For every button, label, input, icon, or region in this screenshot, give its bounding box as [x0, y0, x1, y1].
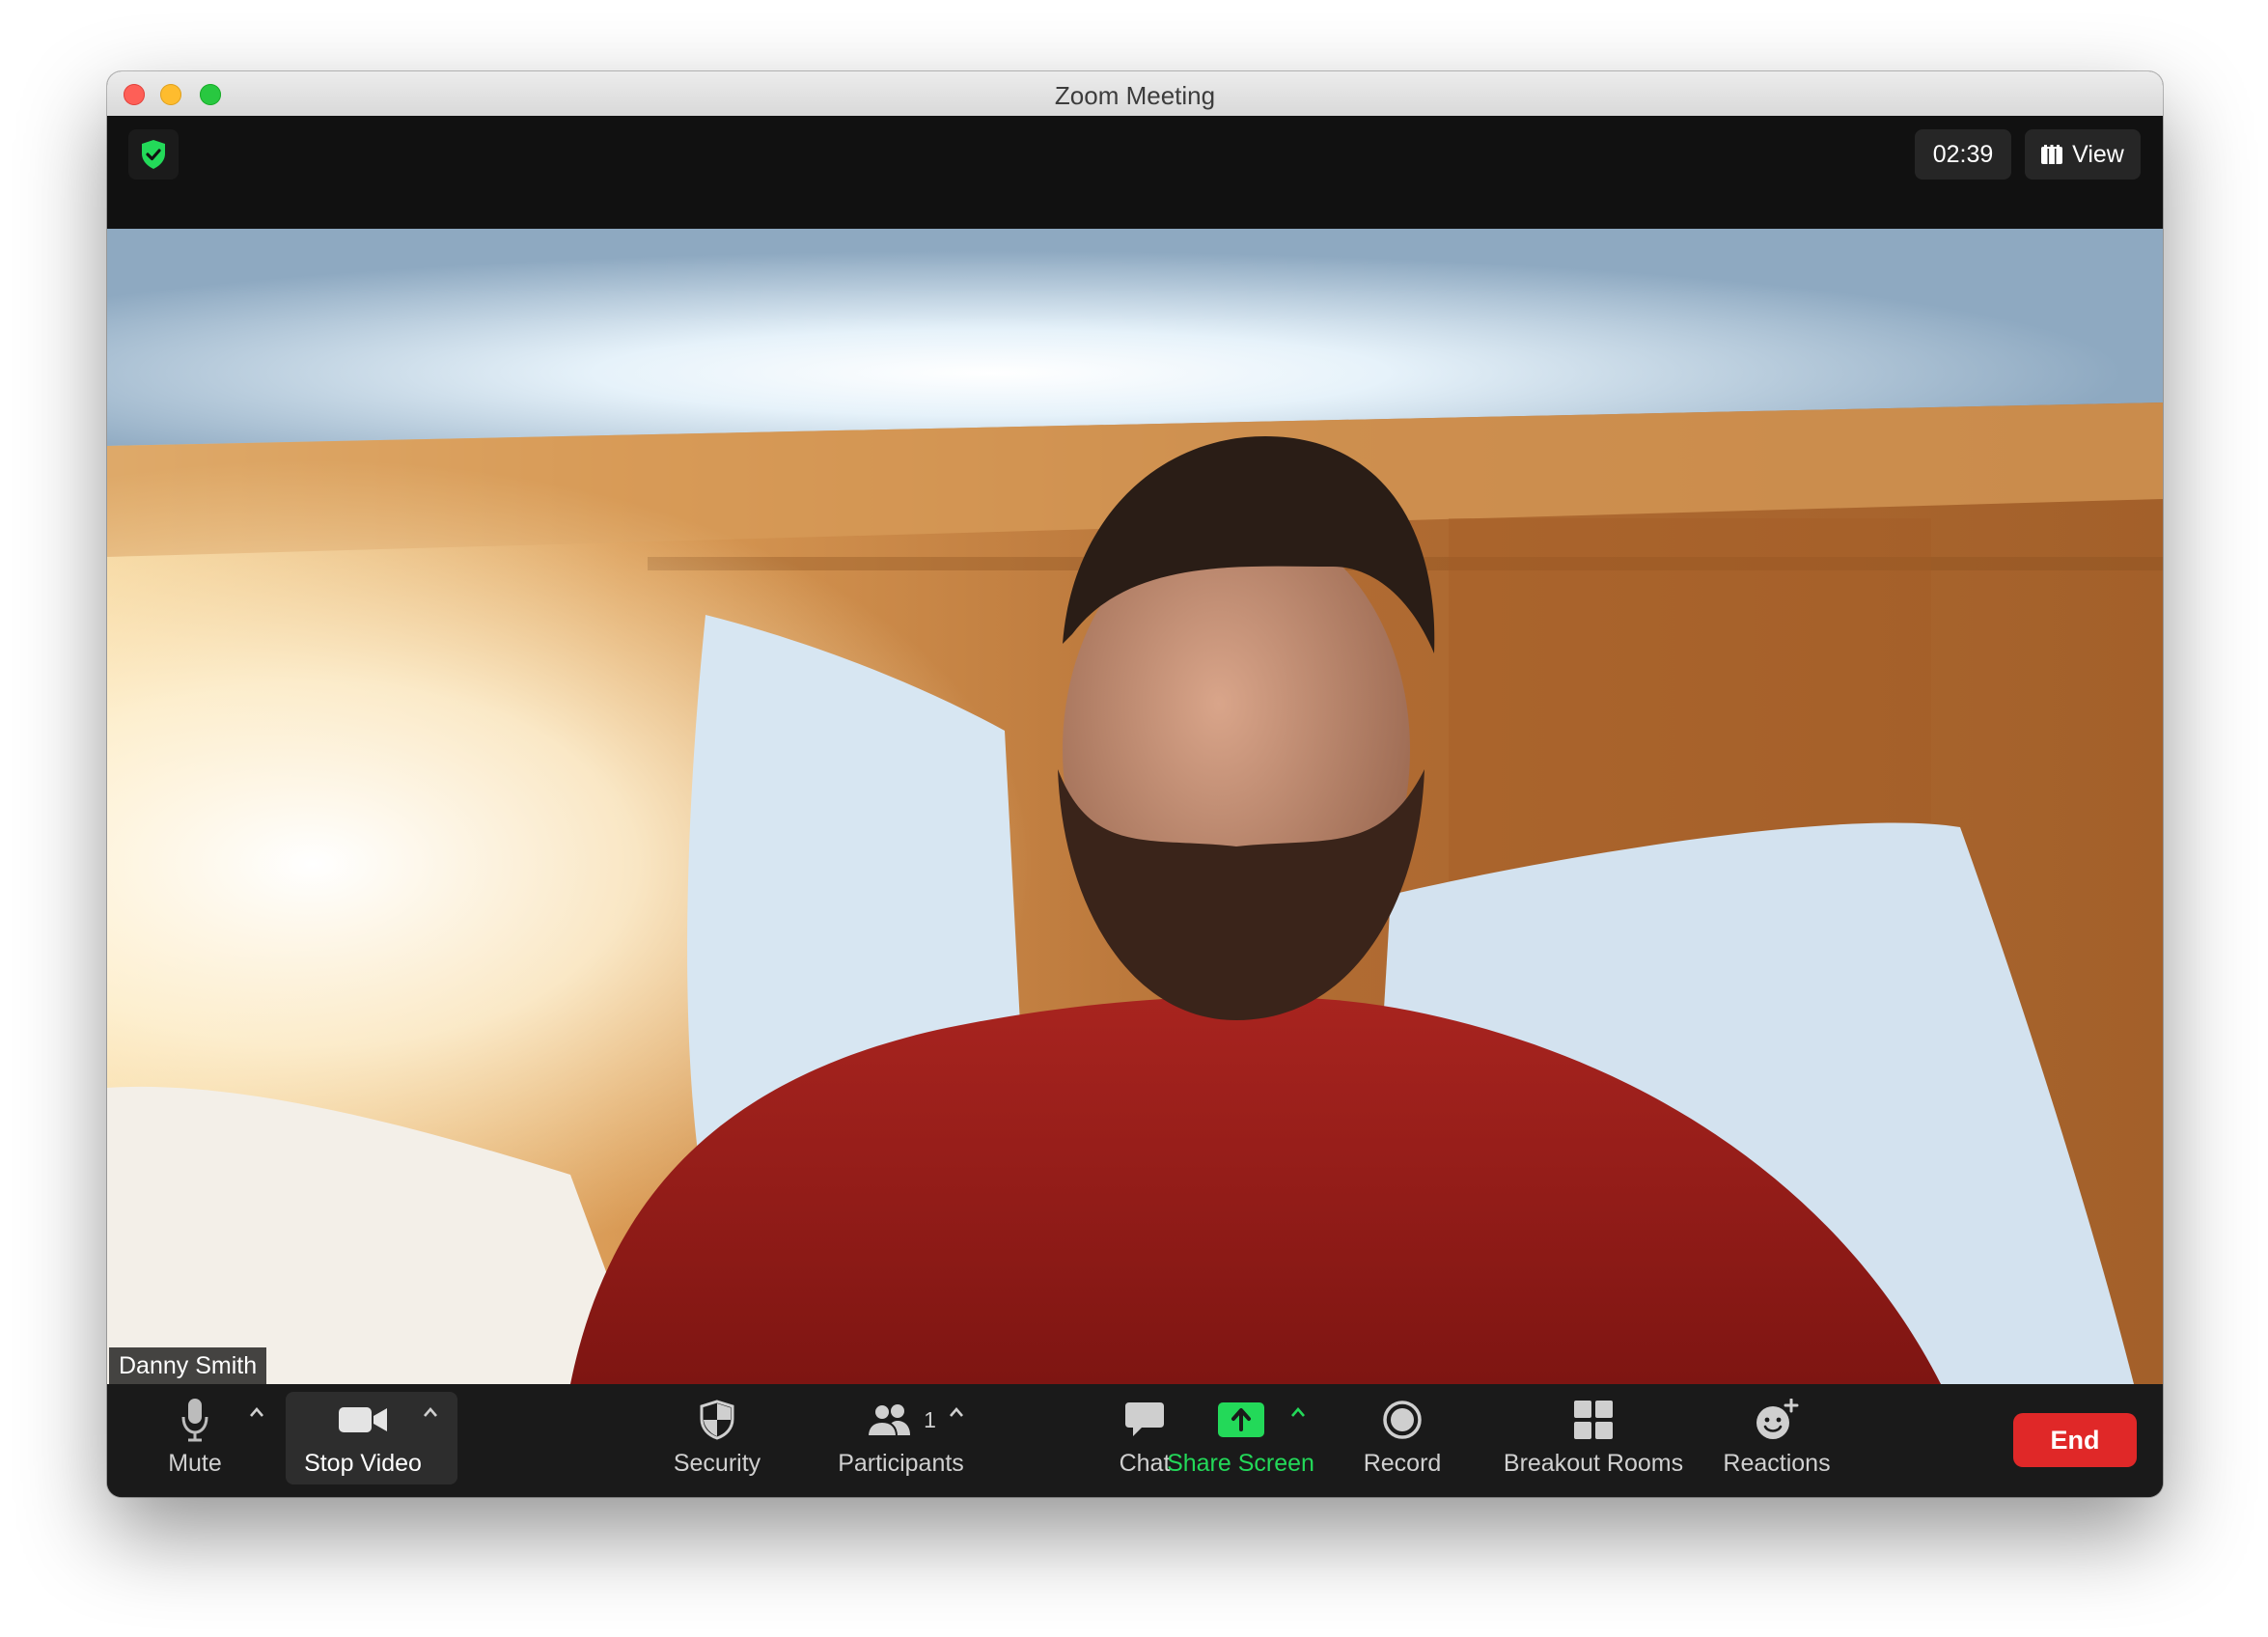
- breakout-rooms-label: Breakout Rooms: [1503, 1450, 1684, 1477]
- participants-icon: [867, 1403, 911, 1437]
- window-title: Zoom Meeting: [1054, 81, 1216, 110]
- share-screen-label: Share Screen: [1167, 1450, 1314, 1477]
- participant-name-tag: Danny Smith: [109, 1347, 267, 1384]
- end-meeting-button[interactable]: End: [2013, 1413, 2137, 1467]
- participants-options-caret[interactable]: [949, 1405, 964, 1423]
- security-shield-icon: [700, 1400, 734, 1440]
- participant-video: Danny Smith: [107, 229, 2163, 1384]
- chevron-up-icon: [250, 1407, 263, 1417]
- audio-options-caret[interactable]: [249, 1405, 264, 1423]
- record-button[interactable]: Record: [1342, 1396, 1462, 1488]
- participants-count: 1: [924, 1406, 936, 1432]
- chevron-up-icon: [1291, 1407, 1305, 1417]
- security-button[interactable]: Security: [652, 1396, 782, 1488]
- breakout-rooms-icon: [1574, 1401, 1613, 1439]
- video-options-caret[interactable]: [423, 1405, 438, 1423]
- participants-label: Participants: [838, 1450, 964, 1477]
- video-camera-icon: [339, 1407, 387, 1432]
- breakout-rooms-button[interactable]: Breakout Rooms: [1489, 1396, 1698, 1488]
- reactions-button[interactable]: Reactions: [1709, 1396, 1844, 1488]
- meeting-timer: 02:39: [1915, 129, 2011, 180]
- reactions-icon: [1756, 1399, 1799, 1439]
- shield-check-icon: [142, 140, 165, 169]
- record-icon: [1383, 1401, 1422, 1439]
- view-button[interactable]: View: [2025, 129, 2141, 180]
- title-bar: Zoom Meeting: [107, 71, 2163, 117]
- chevron-up-icon: [424, 1407, 437, 1417]
- record-label: Record: [1363, 1450, 1442, 1477]
- reactions-label: Reactions: [1723, 1450, 1831, 1477]
- grid-view-icon: [2041, 145, 2063, 164]
- mute-label: Mute: [168, 1450, 222, 1477]
- meeting-toolbar: Mute Stop Video Security 1 Participants …: [107, 1384, 2163, 1497]
- encryption-shield-button[interactable]: [128, 129, 179, 180]
- stop-video-label: Stop Video: [304, 1450, 422, 1477]
- chevron-up-icon: [950, 1407, 963, 1417]
- mute-button[interactable]: Mute: [153, 1396, 236, 1488]
- security-label: Security: [673, 1450, 761, 1477]
- share-screen-icon: [1217, 1402, 1264, 1437]
- share-options-caret[interactable]: [1290, 1405, 1306, 1423]
- zoom-window: Zoom Meeting 02:39 View Danny Smith Mute…: [107, 71, 2163, 1497]
- video-frame-image: [107, 229, 2163, 1384]
- view-label: View: [2072, 140, 2124, 168]
- microphone-icon: [181, 1399, 208, 1442]
- meeting-top-bar: 02:39 View: [107, 116, 2163, 229]
- stop-video-button[interactable]: Stop Video: [295, 1396, 430, 1488]
